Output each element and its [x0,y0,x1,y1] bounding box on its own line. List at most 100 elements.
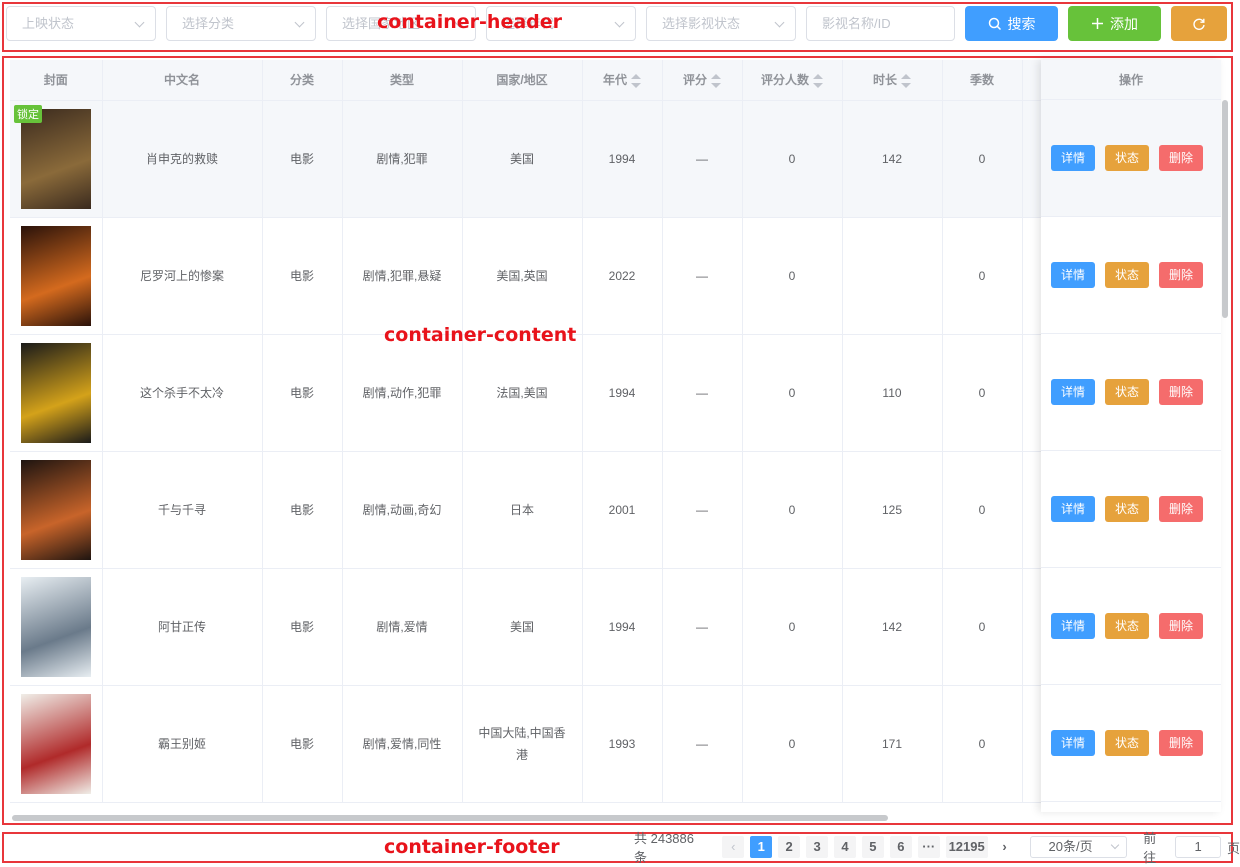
movie-poster[interactable] [20,576,91,677]
movie-poster[interactable] [20,693,91,794]
cell-name: 霸王别姬 [102,685,263,803]
detail-button[interactable]: 详情 [1051,613,1095,639]
sort-icon[interactable] [711,74,721,89]
horizontal-scrollbar[interactable] [12,815,888,821]
cell-name: 千与千寻 [102,451,263,569]
table-row: 阿甘正传 电影 剧情,爱情 美国 1994—0 142 0 [10,568,1220,686]
page-size-value: 20条/页 [1048,839,1093,854]
release-status-select[interactable]: 上映状态 [6,6,156,41]
operations-row: 详情 状态 删除 [1041,100,1221,217]
next-page-button[interactable]: › [994,836,1016,858]
movie-poster[interactable] [20,108,91,209]
cell-region: 美国,英国 [462,217,583,335]
movie-poster[interactable] [20,459,91,560]
operations-row: 详情 状态 删除 [1041,451,1221,568]
cell-duration [842,217,943,335]
operations-row: 详情 状态 删除 [1041,685,1221,802]
status-button[interactable]: 状态 [1105,496,1149,522]
cover-cell [10,685,103,803]
col-duration-label: 时长 [872,73,897,88]
operations-row: 详情 状态 删除 [1041,334,1221,451]
refresh-button[interactable] [1171,6,1227,41]
cell-year: 1993 [582,685,663,803]
cell-seasons: 0 [942,568,1023,686]
select-placeholder: 选择分类 [182,16,235,31]
status-button[interactable]: 状态 [1105,613,1149,639]
more-pages-button[interactable]: ··· [917,836,940,858]
prev-page-button[interactable]: ‹ [722,836,745,858]
detail-button[interactable]: 详情 [1051,145,1095,171]
select-placeholder: 上映状态 [22,16,75,31]
sort-icon[interactable] [901,74,911,89]
cell-votes: 0 [742,100,843,218]
cell-year: 1994 [582,334,663,452]
cell-region: 法国,美国 [462,334,583,452]
page-suffix: 页 [1226,840,1240,856]
cell-votes: 0 [742,568,843,686]
col-year[interactable]: 年代 [582,60,663,101]
col-region: 国家/地区 [462,60,583,101]
cell-duration: 125 [842,451,943,569]
movie-table: 封面 中文名 分类 类型 国家/地区 年代 评分 评分人数 时长 季数 锁定 肖申… [10,60,1220,815]
cell-genre: 剧情,爱情,同性 [342,685,463,803]
detail-button[interactable]: 详情 [1051,379,1095,405]
cell-duration: 110 [842,334,943,452]
col-category: 分类 [262,60,343,101]
cell-rating: — [662,217,743,335]
cell-region: 中国大陆,中国香港 [462,685,583,803]
search-button-label: 搜索 [1007,15,1036,32]
chevron-down-icon [774,17,785,28]
cell-year: 2022 [582,217,663,335]
chevron-down-icon [294,17,305,28]
detail-button[interactable]: 详情 [1051,262,1095,288]
table-header-row: 封面 中文名 分类 类型 国家/地区 年代 评分 评分人数 时长 季数 [10,60,1220,101]
category-select[interactable]: 选择分类 [166,6,316,41]
status-button[interactable]: 状态 [1105,379,1149,405]
movie-poster[interactable] [20,342,91,443]
page-button-1[interactable]: 1 [750,836,773,858]
delete-button[interactable]: 删除 [1159,496,1203,522]
page-size-select[interactable]: 20条/页 [1029,836,1128,858]
last-page-button[interactable]: 12195 [945,836,988,858]
search-button[interactable]: 搜索 [965,6,1058,41]
delete-button[interactable]: 删除 [1159,379,1203,405]
col-votes[interactable]: 评分人数 [742,60,843,101]
page-button-6[interactable]: 6 [889,836,912,858]
col-rating[interactable]: 评分 [662,60,743,101]
cell-region: 美国 [462,568,583,686]
movie-poster[interactable] [20,225,91,326]
pagination-total: 共 243886 条 [634,831,694,865]
operations-row: 详情 状态 删除 [1041,568,1221,685]
table-row: 这个杀手不太冷 电影 剧情,动作,犯罪 法国,美国 1994—0 110 0 [10,334,1220,452]
page-button-5[interactable]: 5 [861,836,884,858]
filter-bar: 上映状态 选择分类 选择国家地区 选择年代 选择影视状态 影视名称/ID 搜索 … [6,6,1227,41]
detail-button[interactable]: 详情 [1051,496,1095,522]
search-input[interactable]: 影视名称/ID [806,6,955,41]
col-rating-label: 评分 [682,73,707,88]
cover-cell [10,217,103,335]
delete-button[interactable]: 删除 [1159,730,1203,756]
cell-genre: 剧情,爱情 [342,568,463,686]
page-button-4[interactable]: 4 [834,836,856,858]
vertical-scrollbar[interactable] [1222,100,1228,318]
refresh-icon [1193,18,1205,30]
cell-duration: 142 [842,568,943,686]
media-status-select[interactable]: 选择影视状态 [646,6,796,41]
sort-icon[interactable] [631,74,641,89]
goto-page-input[interactable]: 1 [1175,836,1221,858]
status-button[interactable]: 状态 [1105,730,1149,756]
detail-button[interactable]: 详情 [1051,730,1095,756]
chevron-down-icon [614,17,625,28]
page-button-3[interactable]: 3 [806,836,829,858]
col-duration[interactable]: 时长 [842,60,943,101]
add-button[interactable]: 添加 [1068,6,1161,41]
cell-genre: 剧情,犯罪 [342,100,463,218]
sort-icon[interactable] [813,74,823,89]
delete-button[interactable]: 删除 [1159,262,1203,288]
page-button-2[interactable]: 2 [778,836,801,858]
status-button[interactable]: 状态 [1105,145,1149,171]
cell-votes: 0 [742,334,843,452]
delete-button[interactable]: 删除 [1159,613,1203,639]
status-button[interactable]: 状态 [1105,262,1149,288]
delete-button[interactable]: 删除 [1159,145,1203,171]
